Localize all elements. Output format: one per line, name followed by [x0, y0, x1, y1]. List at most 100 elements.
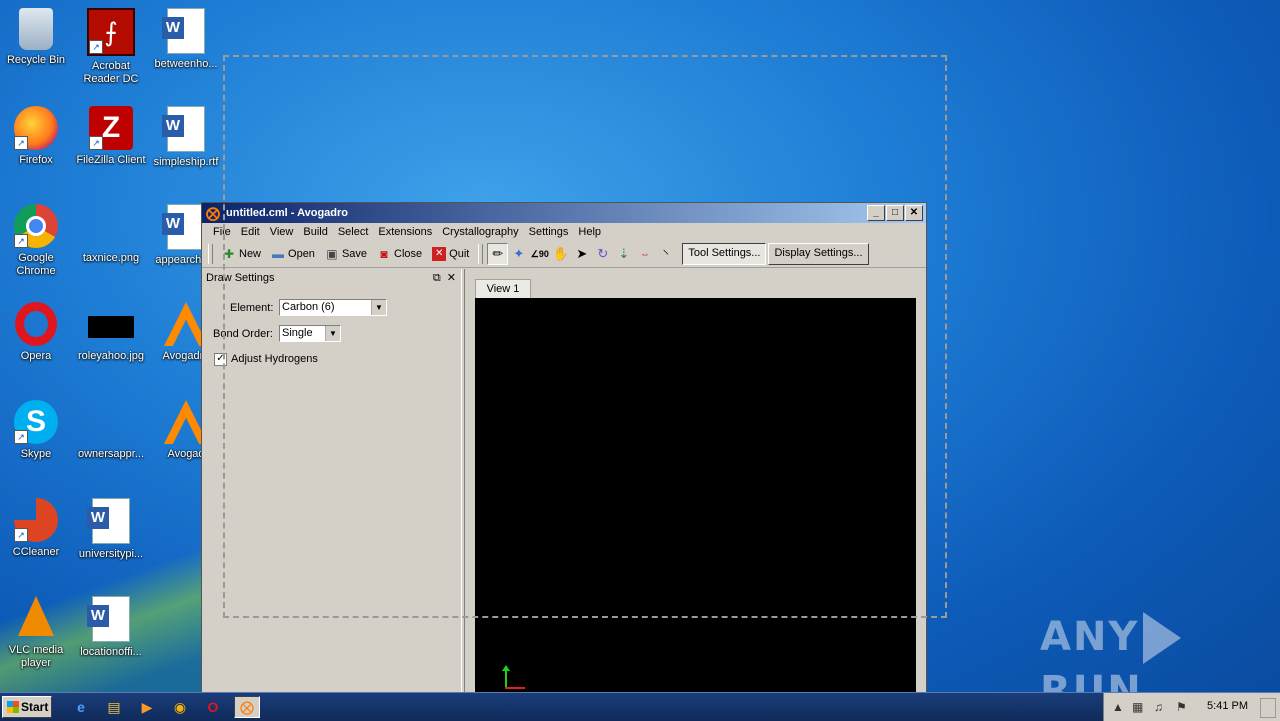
align-tool-button[interactable]: ⇔ — [634, 243, 655, 265]
bond-order-label: Bond Order: — [213, 328, 273, 340]
menu-view[interactable]: View — [265, 223, 299, 241]
desktop-icon-ownersappr[interactable]: ownersappr... — [73, 400, 149, 461]
draw-tool-button[interactable]: ✏ — [487, 243, 509, 265]
start-button[interactable]: Start — [2, 696, 52, 718]
opera-icon: O — [207, 699, 219, 715]
open-folder-icon: ▬ — [272, 247, 285, 261]
open-button[interactable]: ▬ Open — [266, 243, 320, 265]
checkmark-icon: ✓ — [216, 353, 225, 364]
y-axis-indicator — [502, 665, 510, 688]
show-desktop-button[interactable] — [1260, 698, 1276, 718]
select-tool-icon: ➤ — [576, 246, 588, 261]
dock-close-icon[interactable]: ✕ — [447, 269, 456, 287]
navigate-tool-button[interactable]: ✦ — [508, 243, 529, 265]
manipulate-tool-button[interactable]: ✋ — [550, 243, 571, 265]
action-center-flag-icon[interactable]: ⚑ — [1176, 700, 1187, 714]
element-combo[interactable]: Carbon (6) ▼ — [279, 299, 387, 316]
windows-logo-icon — [7, 701, 19, 713]
menubar: File Edit View Build Select Extensions C… — [202, 223, 926, 241]
rotate-tool-button[interactable]: ↻ — [592, 243, 613, 265]
opera-icon — [15, 302, 57, 346]
new-button[interactable]: ✚ New — [217, 243, 266, 265]
network-icon[interactable]: ▦ — [1132, 700, 1143, 714]
avogadro-icon: ⨂ — [240, 698, 254, 715]
autoopt-tool-button[interactable]: ⇣ — [613, 243, 634, 265]
quit-button[interactable]: ✕ Quit — [427, 243, 474, 265]
folder-icon: ▤ — [107, 698, 121, 715]
chrome-icon: ↗ — [14, 204, 58, 248]
filezilla-icon: Z ↗ — [89, 106, 133, 150]
desktop-icon-vlc[interactable]: VLC media player — [0, 596, 74, 670]
dock-float-icon[interactable]: ⧉ — [433, 269, 441, 287]
taskbar-ie[interactable]: e — [68, 696, 94, 718]
desktop-icon-opera[interactable]: Opera — [0, 302, 74, 363]
close-doc-icon: ◙ — [380, 247, 388, 261]
element-label: Element: — [230, 302, 274, 314]
play-icon — [1143, 612, 1182, 664]
desktop-icon-acrobat[interactable]: ⨍ ↗ Acrobat Reader DC — [73, 8, 149, 86]
taskbar-opera[interactable]: O — [200, 696, 226, 718]
close-button[interactable]: ◙ Close — [372, 243, 427, 265]
maximize-button[interactable]: □ — [886, 205, 904, 221]
menu-settings[interactable]: Settings — [524, 223, 574, 241]
taskbar-explorer[interactable]: ▤ — [101, 696, 127, 718]
desktop-icon-universitypi[interactable]: Wuniversitypi... — [73, 498, 149, 561]
skype-icon: S ↗ — [14, 400, 58, 444]
measure-tool-button[interactable]: ∠90 — [529, 243, 550, 265]
volume-icon[interactable]: ♫ — [1154, 700, 1163, 714]
main-toolbar: ✚ New ▬ Open ▣ Save ◙ Close ✕ Quit ✏ ✦ ∠90 ✋ … — [202, 241, 926, 268]
acrobat-icon: ⨍ ↗ — [87, 8, 135, 56]
desktop-icon-firefox[interactable]: ↗ Firefox — [0, 106, 74, 167]
minimize-button[interactable]: _ — [867, 205, 885, 221]
select-tool-button[interactable]: ➤ — [571, 243, 592, 265]
save-disk-icon: ▣ — [326, 247, 338, 261]
chevron-down-icon: ▼ — [325, 326, 340, 341]
desktop-icon-betweenho[interactable]: Wbetweenho... — [148, 8, 224, 71]
taskbar-media-player[interactable]: ▶ — [134, 696, 160, 718]
save-button[interactable]: ▣ Save — [320, 243, 372, 265]
desktop-icon-filezilla[interactable]: Z ↗ FileZilla Client — [73, 106, 149, 167]
desktop-icon-simpleship[interactable]: Wsimpleship.rtf — [148, 106, 224, 169]
close-window-button[interactable]: ✕ — [905, 205, 923, 221]
adjust-hydrogens-label: Adjust Hydrogens — [231, 353, 318, 365]
toolbar-grip[interactable] — [208, 244, 213, 264]
menu-select[interactable]: Select — [333, 223, 374, 241]
desktop-icon-taxnice[interactable]: taxnice.png — [73, 204, 149, 265]
vlc-icon — [18, 596, 54, 636]
desktop-icon-skype[interactable]: S ↗ Skype — [0, 400, 74, 461]
taskbar-chrome[interactable]: ◉ — [167, 696, 193, 718]
clock[interactable]: 5:41 PM — [1207, 700, 1248, 712]
word-doc-icon: W — [87, 498, 130, 544]
dock-controls: ⧉ ✕ — [433, 269, 456, 287]
tray-expand-icon[interactable]: ▲ — [1112, 700, 1124, 714]
bond-order-combo[interactable]: Single ▼ — [279, 325, 341, 342]
window-titlebar[interactable]: ⨂ untitled.cml - Avogadro _ □ ✕ — [202, 203, 926, 223]
ccleaner-icon: ↗ — [14, 498, 58, 542]
word-doc-icon: W — [87, 596, 130, 642]
menu-extensions[interactable]: Extensions — [373, 223, 437, 241]
menu-file[interactable]: File — [208, 223, 236, 241]
tool-settings-button[interactable]: Tool Settings... — [682, 243, 767, 265]
menu-build[interactable]: Build — [298, 223, 332, 241]
desktop-icon-chrome[interactable]: ↗ Google Chrome — [0, 204, 74, 278]
measure-tool-icon: ∠90 — [530, 248, 549, 259]
menu-edit[interactable]: Edit — [236, 223, 265, 241]
desktop-icon-locationoffi[interactable]: Wlocationoffi... — [73, 596, 149, 659]
desktop-icon-ccleaner[interactable]: ↗ CCleaner — [0, 498, 74, 559]
draw-settings-dock: Draw Settings ⧉ ✕ Element: Carbon (6) ▼ … — [202, 269, 462, 699]
recycle-bin-icon — [19, 8, 53, 50]
chevron-down-icon: ▼ — [371, 300, 386, 315]
display-settings-button[interactable]: Display Settings... — [768, 243, 869, 265]
toolbar-grip-2[interactable] — [478, 244, 484, 264]
tab-view-1[interactable]: View 1 — [475, 279, 531, 298]
desktop-icon-roleyahoo[interactable]: roleyahoo.jpg — [73, 302, 149, 363]
adjust-hydrogens-checkbox[interactable]: ✓ — [214, 353, 227, 366]
menu-crystallography[interactable]: Crystallography — [437, 223, 523, 241]
bond-centric-tool-button[interactable]: ⸌ — [655, 243, 676, 265]
molecule-viewport[interactable] — [475, 298, 916, 698]
navigate-tool-icon: ✦ — [513, 246, 525, 261]
taskbar-avogadro[interactable]: ⨂ — [234, 696, 260, 718]
dock-splitter[interactable] — [461, 269, 465, 699]
menu-help[interactable]: Help — [573, 223, 606, 241]
desktop-icon-recycle-bin[interactable]: Recycle Bin — [0, 8, 74, 67]
